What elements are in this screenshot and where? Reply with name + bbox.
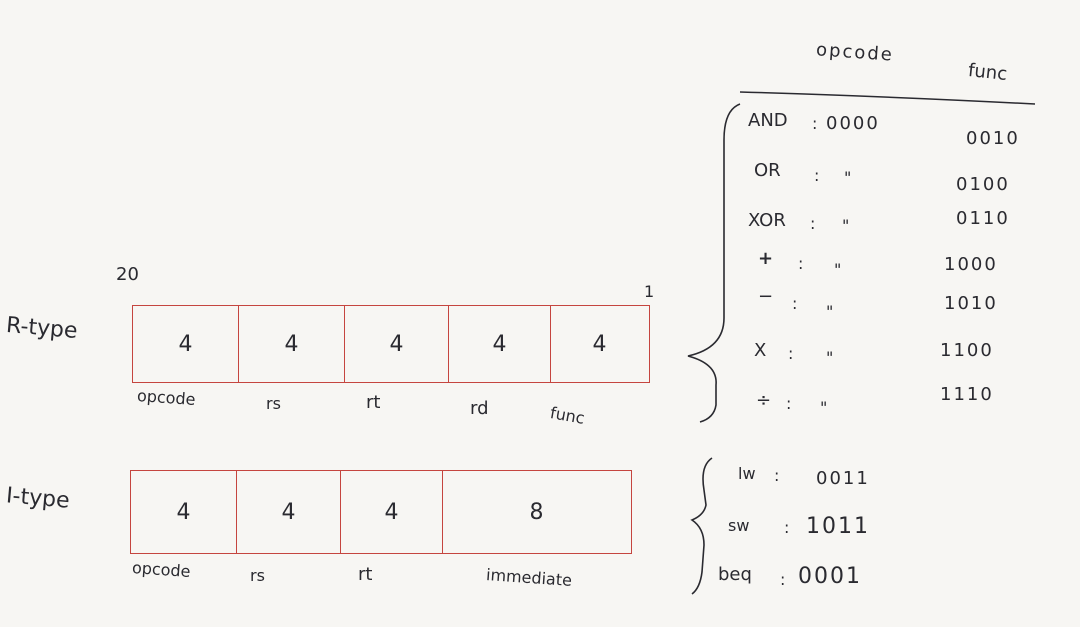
i-type-cell-rs: 4 xyxy=(237,471,341,553)
op-row-6-func: 1110 xyxy=(940,384,994,405)
r-type-field-rt: rt xyxy=(366,392,381,413)
r-type-corner-mark: 1 xyxy=(644,282,655,301)
op-row-0-sep: : xyxy=(812,114,818,133)
i-type-field-opcode: opcode xyxy=(131,557,192,582)
i-op-2-opcode: 0001 xyxy=(798,564,862,589)
i-type-cell-opcode: 4 xyxy=(131,471,237,553)
op-row-6-name: ÷ xyxy=(756,390,772,411)
op-row-3-opcode: " xyxy=(834,260,842,279)
op-row-2-name: XOR xyxy=(748,210,786,231)
r-type-field-rd: rd xyxy=(470,398,489,419)
i-op-0-opcode: 0011 xyxy=(816,468,870,489)
i-op-0-sep: : xyxy=(774,466,780,485)
r-type-cell-rt: 4 xyxy=(345,306,449,382)
r-type-cell-rs: 4 xyxy=(239,306,345,382)
i-op-1-opcode: 1011 xyxy=(806,514,870,539)
i-op-0-name: lw xyxy=(738,464,756,483)
op-row-1-sep: : xyxy=(814,166,820,185)
op-row-0-func: 0010 xyxy=(966,128,1020,149)
op-row-1-name: OR xyxy=(754,160,781,181)
op-row-5-name: X xyxy=(754,340,767,361)
op-row-0-name: AND xyxy=(748,110,788,131)
op-row-5-sep: : xyxy=(788,344,794,363)
i-op-1-sep: : xyxy=(784,518,790,537)
op-row-2-sep: : xyxy=(810,214,816,233)
r-type-field-func: func xyxy=(548,403,587,428)
op-row-4-func: 1010 xyxy=(944,293,998,314)
op-row-3-func: 1000 xyxy=(944,254,998,275)
op-row-4-name: − xyxy=(758,286,774,307)
table-header-opcode: opcode xyxy=(815,39,895,66)
i-type-field-immediate: immediate xyxy=(485,565,573,590)
i-op-2-sep: : xyxy=(780,570,786,589)
r-type-field-rs: rs xyxy=(266,394,281,413)
i-type-field-rs: rs xyxy=(250,566,265,585)
op-row-5-func: 1100 xyxy=(940,340,994,361)
op-row-4-sep: : xyxy=(792,294,798,313)
r-type-cell-rd: 4 xyxy=(449,306,551,382)
op-row-2-opcode: " xyxy=(842,216,850,235)
i-op-2-name: beq xyxy=(718,564,752,585)
i-type-instruction-box: 4 4 4 8 xyxy=(130,470,632,554)
r-type-top-number: 20 xyxy=(116,264,139,285)
op-row-1-opcode: " xyxy=(844,168,852,187)
op-row-6-opcode: " xyxy=(820,398,828,417)
r-type-cell-opcode: 4 xyxy=(133,306,239,382)
i-op-1-name: sw xyxy=(728,516,750,535)
i-type-cell-immediate: 8 xyxy=(529,499,544,525)
r-type-cell-func: 4 xyxy=(592,331,607,357)
r-type-field-opcode: opcode xyxy=(136,385,197,410)
i-type-label: I-type xyxy=(5,483,71,514)
r-type-instruction-box: 4 4 4 4 4 xyxy=(132,305,650,383)
i-type-field-rt: rt xyxy=(358,564,373,585)
table-header-func: func xyxy=(967,60,1009,85)
op-row-4-opcode: " xyxy=(826,302,834,321)
op-row-3-name: + xyxy=(758,248,774,269)
op-row-5-opcode: " xyxy=(826,348,834,367)
r-type-label: R-type xyxy=(5,312,79,345)
op-row-2-func: 0110 xyxy=(956,208,1010,229)
op-row-3-sep: : xyxy=(798,254,804,273)
op-row-1-func: 0100 xyxy=(956,174,1010,195)
op-row-0-opcode: 0000 xyxy=(826,113,880,134)
op-row-6-sep: : xyxy=(786,394,792,413)
i-type-cell-rt: 4 xyxy=(341,471,443,553)
